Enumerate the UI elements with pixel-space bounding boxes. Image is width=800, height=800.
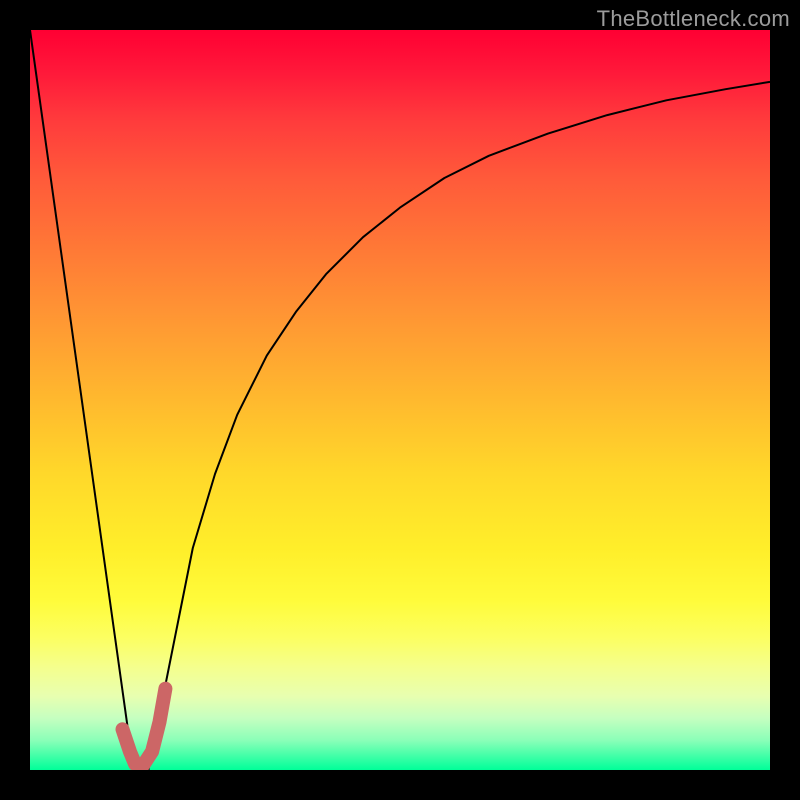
series-highlight-hook [123,689,166,767]
chart-frame: TheBottleneck.com [0,0,800,800]
series-left-slope [30,30,134,770]
series-right-curve [148,82,770,770]
plot-area [30,30,770,770]
watermark-text: TheBottleneck.com [597,6,790,32]
curves-svg [30,30,770,770]
curve-layer [30,30,770,770]
